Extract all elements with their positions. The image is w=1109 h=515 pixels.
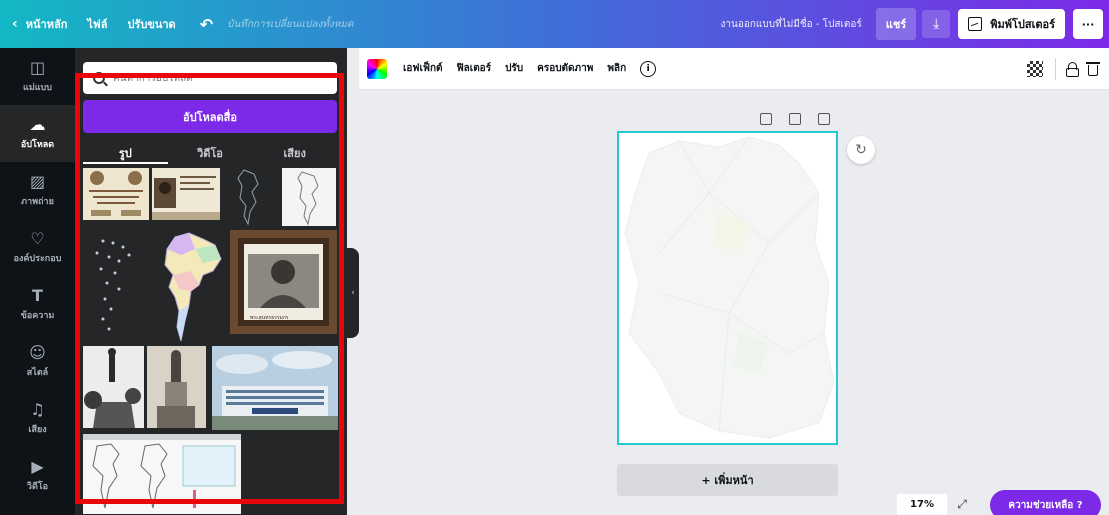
adjust-button[interactable]: ปรับ — [505, 61, 523, 76]
color-swatch[interactable] — [367, 58, 387, 79]
search-box[interactable] — [83, 62, 337, 94]
home-button[interactable]: ‹ หน้าหลัก — [0, 0, 77, 48]
duplicate-page-icon[interactable] — [789, 113, 801, 125]
upload-thumbnail-map-sketch[interactable] — [280, 168, 338, 226]
photo-icon: ▨ — [29, 172, 46, 191]
rail-item-audio[interactable]: ♫ เสียง — [0, 390, 75, 447]
rail-item-elements[interactable]: ♡ องค์ประกอบ — [0, 219, 75, 276]
monument-photo-image — [147, 346, 206, 428]
upload-thumbnail-map-sheet[interactable] — [83, 434, 241, 514]
filter-button[interactable]: ฟิลเตอร์ — [457, 61, 492, 76]
document-scan-image — [83, 168, 149, 220]
map-sketch-image — [282, 168, 336, 226]
portrait-document-image — [152, 168, 220, 220]
tab-audio[interactable]: เสียง — [252, 140, 337, 164]
palette-icon: ☺ — [29, 343, 46, 362]
video-icon: ▶ — [31, 457, 44, 476]
rail-item-templates[interactable]: ◫ แม่แบบ — [0, 48, 75, 105]
rotate-icon[interactable]: ↻ — [847, 136, 875, 164]
left-rail: ◫ แม่แบบ ☁ อัปโหลด ▨ ภาพถ่าย ♡ องค์ประกอ… — [0, 48, 75, 515]
help-button[interactable]: ความช่วยเหลือ ? — [990, 490, 1101, 515]
effects-button[interactable]: เอฟเฟ็กต์ — [403, 61, 443, 76]
music-icon: ♫ — [30, 400, 45, 419]
media-tabs: รูป วิดีโอ เสียง — [83, 140, 337, 164]
saved-status: บันทึกการเปลี่ยนแปลงทั้งหมด — [227, 18, 354, 30]
design-title[interactable]: งานออกแบบที่ไม่มีชื่อ - โปสเตอร์ — [721, 17, 862, 32]
map-outline-image — [237, 169, 259, 226]
lock-icon[interactable] — [1066, 61, 1079, 77]
download-icon[interactable]: ⤓ — [922, 10, 951, 38]
text-icon: T — [32, 286, 43, 305]
rail-item-video[interactable]: ▶ วิดีโอ — [0, 447, 75, 504]
uploads-panel: อัปโหลดสื่อ รูป วิดีโอ เสียง — [75, 48, 347, 515]
statue-photo-image — [83, 346, 144, 428]
fullscreen-icon[interactable]: ⤢ — [954, 496, 970, 512]
flip-button[interactable]: พลิก — [607, 61, 626, 76]
upload-thumbnail-color-map[interactable] — [155, 231, 227, 345]
search-input[interactable] — [113, 72, 313, 84]
print-image-icon — [968, 17, 983, 31]
tab-videos[interactable]: วิดีโอ — [168, 140, 253, 164]
upload-media-button[interactable]: อัปโหลดสื่อ — [83, 100, 337, 133]
thailand-color-map-image — [164, 232, 222, 342]
upload-thumbnail-framed-portrait[interactable]: พระสุนทรธรรมกร — [230, 230, 337, 334]
upload-thumbnail-map-outline[interactable] — [224, 168, 278, 226]
trash-icon[interactable] — [1086, 62, 1100, 76]
rail-item-styles[interactable]: ☺ สไตล์ — [0, 333, 75, 390]
portrait-caption: พระสุนทรธรรมกร — [250, 315, 289, 321]
search-icon — [93, 72, 105, 84]
upload-thumbnail-monument[interactable] — [147, 346, 206, 428]
editor-toolbar: เอฟเฟ็กต์ ฟิลเตอร์ ปรับ ครอบตัดภาพ พลิก … — [359, 48, 1109, 90]
dot-map-image — [95, 239, 131, 331]
resize-menu[interactable]: ปรับขนาด — [117, 0, 185, 48]
rail-item-uploads[interactable]: ☁ อัปโหลด — [0, 105, 75, 162]
rail-item-photos[interactable]: ▨ ภาพถ่าย — [0, 162, 75, 219]
upload-thumbnail-document[interactable] — [83, 168, 149, 220]
top-bar: ‹ หน้าหลัก ไฟล์ ปรับขนาด ↶ บันทึกการเปลี… — [0, 0, 1109, 48]
tab-images[interactable]: รูป — [83, 140, 168, 164]
map-sheet-image — [83, 434, 241, 514]
upload-thumbnail-dot-map[interactable] — [83, 231, 151, 339]
upload-thumbnail-statue[interactable] — [83, 346, 144, 428]
upload-thumbnail-portrait-doc[interactable] — [152, 168, 220, 220]
design-page[interactable] — [617, 131, 838, 445]
crop-button[interactable]: ครอบตัดภาพ — [537, 61, 593, 76]
upload-thumbnail-building[interactable] — [212, 346, 338, 430]
share-button[interactable]: แชร์ — [875, 8, 917, 40]
print-poster-button[interactable]: พิมพ์โปสเตอร์ — [958, 9, 1065, 39]
building-photo-image — [212, 346, 338, 430]
zoom-level[interactable]: 17% — [897, 494, 947, 515]
add-page-button[interactable]: + เพิ่มหน้า — [617, 464, 838, 496]
more-options-button[interactable]: ··· — [1073, 9, 1103, 39]
transparency-icon[interactable] — [1027, 61, 1043, 77]
info-icon[interactable]: i — [640, 60, 657, 77]
toolbar-divider — [1055, 58, 1056, 80]
collapse-panel-handle[interactable]: ‹ — [347, 248, 359, 338]
faded-map-image — [624, 136, 835, 439]
rail-item-text[interactable]: T ข้อความ — [0, 276, 75, 333]
page-note-icon[interactable] — [760, 113, 772, 125]
page-tools — [760, 113, 847, 125]
template-icon: ◫ — [29, 58, 46, 77]
chevron-left-icon: ‹ — [12, 16, 18, 32]
chevron-left-icon: ‹ — [351, 288, 355, 298]
add-page-icon[interactable] — [818, 113, 830, 125]
upload-cloud-icon: ☁ — [29, 115, 46, 134]
undo-icon[interactable]: ↶ — [186, 0, 221, 48]
elements-icon: ♡ — [30, 229, 45, 248]
file-menu[interactable]: ไฟล์ — [77, 0, 117, 48]
